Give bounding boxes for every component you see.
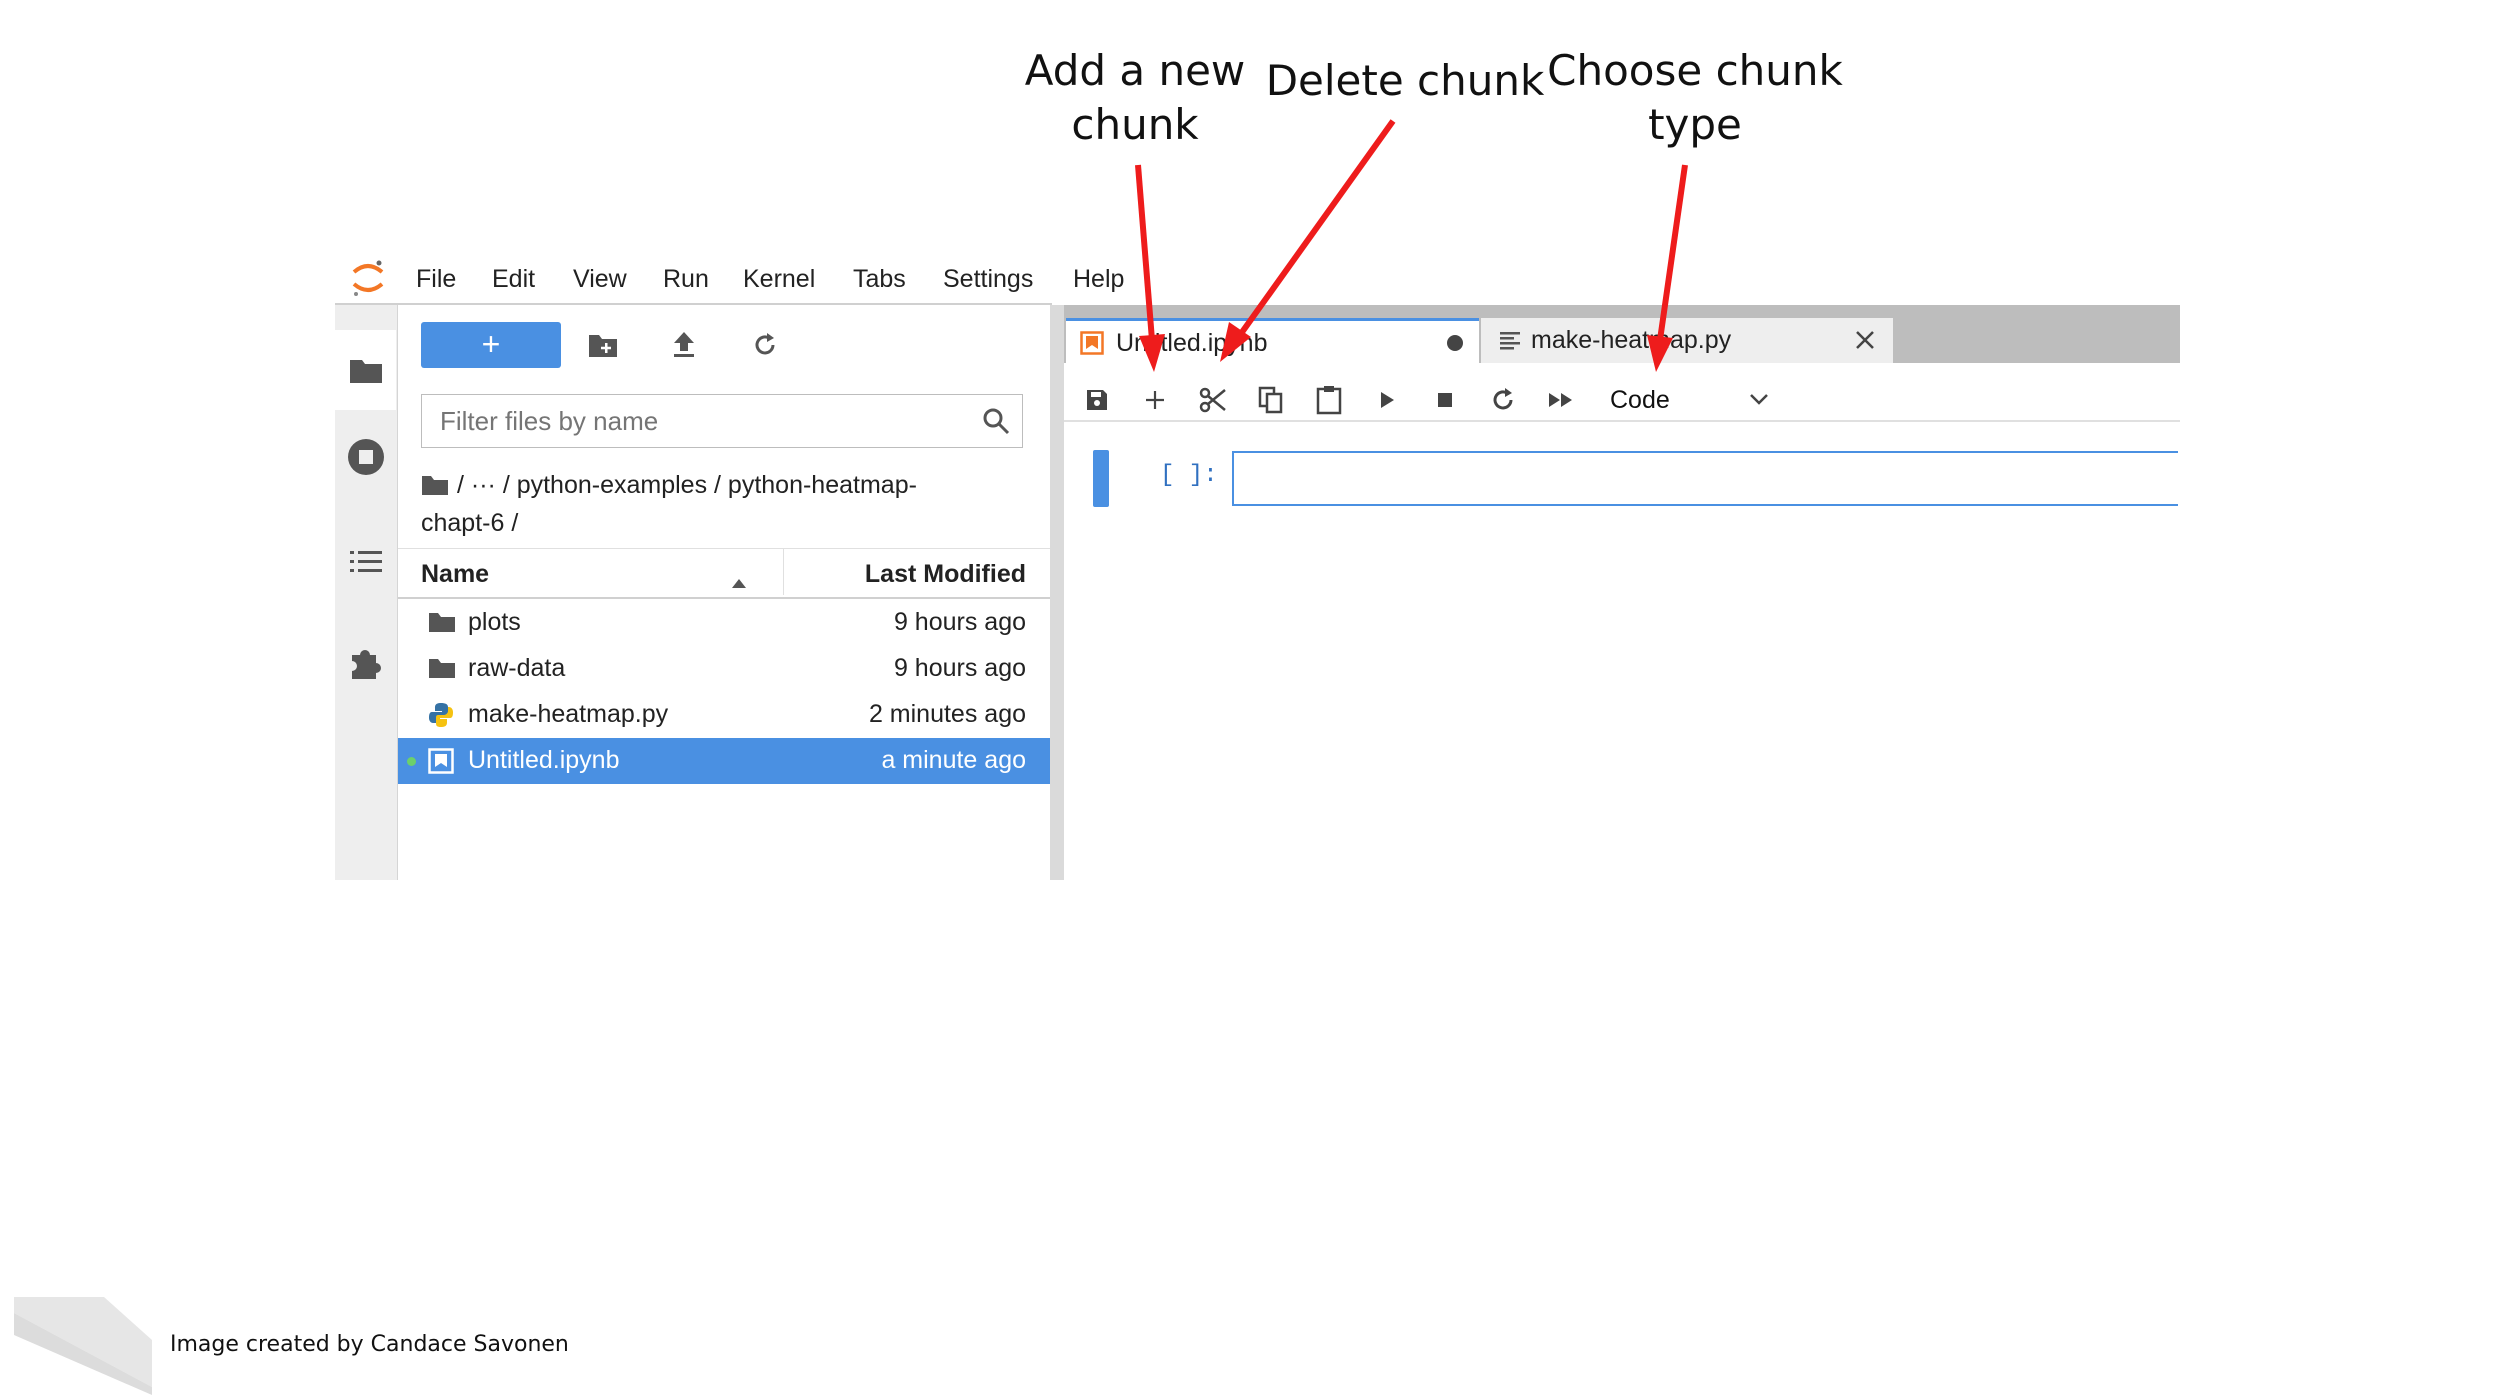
annotation-arrows	[1135, 119, 1688, 372]
arrow-add-chunk	[1135, 164, 1165, 372]
arrow-delete-chunk	[1220, 119, 1396, 362]
slide-logo	[14, 1297, 152, 1395]
arrow-choose-type	[1647, 164, 1688, 372]
image-credit: Image created by Candace Savonen	[170, 1332, 569, 1357]
